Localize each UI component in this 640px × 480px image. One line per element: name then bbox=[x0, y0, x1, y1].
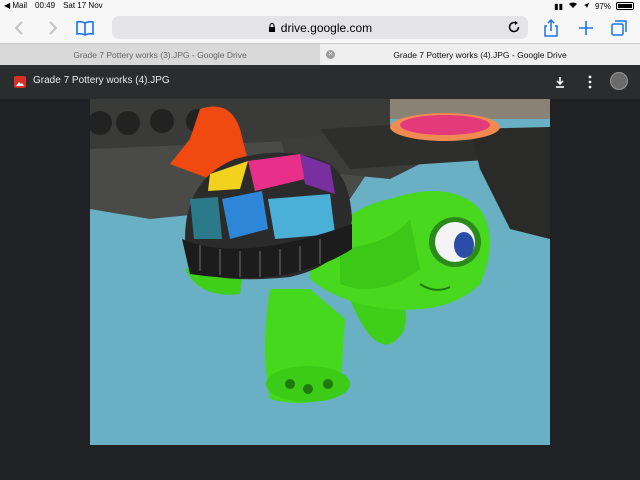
tab-strip: Grade 7 Pottery works (3).JPG - Google D… bbox=[0, 43, 640, 65]
battery-percent: 97% bbox=[594, 1, 611, 11]
wifi-icon bbox=[568, 1, 578, 11]
tabs-icon[interactable] bbox=[608, 17, 630, 39]
plus-icon[interactable] bbox=[575, 17, 597, 39]
reload-icon[interactable] bbox=[506, 19, 522, 35]
avatar[interactable] bbox=[610, 72, 628, 90]
chevron-left-icon[interactable] bbox=[8, 17, 30, 39]
lock-icon bbox=[268, 22, 275, 32]
more-vertical-icon[interactable] bbox=[581, 73, 599, 91]
back-to-app-label[interactable]: ◀ Mail bbox=[4, 1, 27, 10]
browser-toolbar: drive.google.com bbox=[0, 12, 640, 43]
chevron-right-icon[interactable] bbox=[42, 17, 64, 39]
tab-label: Grade 7 Pottery works (3).JPG - Google D… bbox=[73, 49, 247, 60]
pottery-turtle-photo bbox=[90, 99, 550, 445]
address-bar[interactable]: drive.google.com bbox=[112, 16, 528, 39]
signal-icon: ▮▮ bbox=[554, 1, 563, 11]
file-title: Grade 7 Pottery works (4).JPG bbox=[33, 75, 170, 86]
book-icon[interactable] bbox=[74, 17, 96, 39]
url-text: drive.google.com bbox=[280, 20, 373, 35]
download-icon[interactable] bbox=[551, 73, 569, 91]
tab-label: Grade 7 Pottery works (4).JPG - Google D… bbox=[393, 49, 567, 60]
location-icon bbox=[583, 2, 590, 11]
image-viewer bbox=[0, 99, 640, 480]
drive-viewer-header: Grade 7 Pottery works (4).JPG bbox=[0, 65, 640, 99]
status-time: 00:49 bbox=[35, 1, 56, 10]
battery-icon bbox=[616, 2, 634, 10]
tab-pottery-3[interactable]: Grade 7 Pottery works (3).JPG - Google D… bbox=[0, 44, 320, 65]
share-icon[interactable] bbox=[540, 17, 562, 39]
close-icon[interactable]: ✕ bbox=[326, 50, 335, 59]
status-bar: ◀ Mail 00:49 Sat 17 Nov ▮▮ 97% bbox=[0, 0, 640, 12]
image-file-icon bbox=[14, 76, 26, 88]
tab-pottery-4[interactable]: ✕ Grade 7 Pottery works (4).JPG - Google… bbox=[320, 44, 640, 65]
status-date: Sat 17 Nov bbox=[63, 1, 103, 10]
